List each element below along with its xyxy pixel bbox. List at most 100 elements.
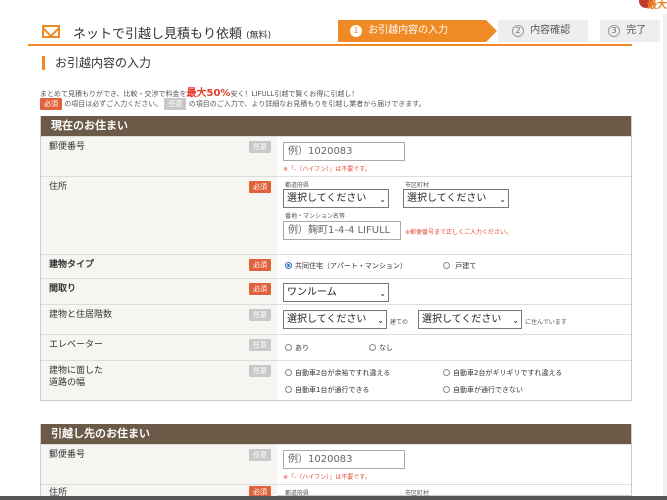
current-street-input[interactable]: 例）麹町1-4-4 LIFULL [283,221,401,240]
current-pref-value: 選択してください [287,193,367,204]
road-width-label-line2: 道路の幅 [49,378,86,388]
legend-required-badge: 必須 [40,98,62,110]
road-width-label: 建物に面した 道路の幅 [49,365,103,389]
current-city-value: 選択してください [407,193,487,204]
layout-select[interactable]: ワンルーム ⌄ [283,283,389,302]
dest-postal-value-cell: 例）1020083 ※「-（ハイフン）」は不要です。 [281,445,631,484]
step-1-label: お引越内容の入力 [368,25,449,36]
elevator-option-yes-label: あり [295,344,309,352]
chevron-down-icon: ⌄ [379,195,386,204]
layout-value-cell: ワンルーム ⌄ [281,279,631,304]
page-header: ネットで引越し見積もり依頼 (無料) 1 お引越内容の入力 2 内容確認 3 完… [28,18,660,46]
dest-postal-input[interactable]: 例）1020083 [283,450,405,469]
current-pref-label: 都道府県 [285,182,310,189]
road-option-1[interactable]: 自動車2台が余裕ですれ違える [285,368,390,378]
current-postal-hint: ※「-（ハイフン）」は不要です。 [283,166,371,173]
chevron-down-icon: ⌄ [512,316,519,325]
page-title: ネットで引越し見積もり依頼 (無料) [73,23,271,42]
current-postal-label: 郵便番号 [49,142,86,152]
layout-select-value: ワンルーム [287,287,337,298]
step-2-num: 2 [512,25,524,37]
floors-label-cell: 建物と住居階数 任意 [41,305,277,334]
road-option-4[interactable]: 自動車が通行できない [443,385,523,395]
elevator-row: エレベーター 任意 あり なし [41,334,631,360]
current-city-select[interactable]: 選択してください ⌄ [403,189,509,208]
road-option-3[interactable]: 自動車1台が通行できる [285,385,369,395]
elevator-badge: 任意 [249,339,271,351]
current-address-row: 住所 必須 都道府県 選択してください ⌄ 市区町村 選択してください ⌄ 番地・マ… [41,176,631,254]
legend-note: 必須 の項目は必ずご入力ください。 任意 の項目のご入力で、より詳細なお見積もり… [40,98,426,110]
bottom-strip [0,496,667,500]
dest-postal-row: 郵便番号 任意 例）1020083 ※「-（ハイフン）」は不要です。 [41,444,631,484]
building-type-option-house[interactable]: 戸建て [443,261,476,271]
current-residence-panel: 現在のお住まい 郵便番号 任意 例）1020083 ※「-（ハイフン）」は不要で… [40,116,632,401]
step-3-num: 3 [608,25,620,37]
radio-icon [285,344,292,351]
top-bar: 最大 [0,0,667,14]
legend-required-text: の項目は必ずご入力ください。 [64,100,163,108]
dest-address-label-cell: 住所 必須 [41,485,277,498]
dest-postal-hint: ※「-（ハイフン）」は不要です。 [283,474,371,481]
layout-label-cell: 間取り 必須 [41,279,277,304]
dest-address-row: 住所 必須 都道府県 市区町村 [41,484,631,498]
radio-selected-icon [285,262,292,269]
step-3-label: 完了 [626,25,647,36]
elevator-option-yes[interactable]: あり [285,343,309,353]
intro-note: まとめて見積もりができ、比較・交渉で料金を最大50%安く！LIFULL引越で賢く… [40,84,358,99]
layout-label: 間取り [49,284,77,294]
road-width-row: 建物に面した 道路の幅 任意 自動車2台が余裕ですれ違える 自動車2台がギリギリで… [41,360,631,400]
building-type-label: 建物タイプ [49,260,95,270]
elevator-value-cell: あり なし [281,335,631,360]
layout-row: 間取り 必須 ワンルーム ⌄ [41,278,631,304]
radio-icon [285,369,292,376]
section-title: お引越内容の入力 [42,56,151,70]
dest-postal-label: 郵便番号 [49,450,86,460]
destination-panel: 引越し先のお住まい 郵便番号 任意 例）1020083 ※「-（ハイフン）」は不… [40,424,632,498]
road-option-3-label: 自動車1台が通行できる [295,386,370,394]
step-2: 2 内容確認 [498,20,588,42]
current-pref-select[interactable]: 選択してください ⌄ [283,189,389,208]
dest-postal-label-cell: 郵便番号 任意 [41,445,277,484]
road-option-2-label: 自動車2台がギリギリですれ違える [453,369,563,377]
building-floors-select[interactable]: 選択してください ⌄ [283,310,387,329]
step-1: 1 お引越内容の入力 [338,20,497,42]
building-type-badge: 必須 [249,259,271,271]
intro-note-pre: まとめて見積もりができ、比較・交渉で料金を [40,90,187,98]
floors-badge: 任意 [249,309,271,321]
current-postal-input[interactable]: 例）1020083 [283,142,405,161]
building-type-option-apartment-label: 共同住宅（アパート・マンション） [295,262,407,270]
page-title-free: (無料) [246,31,272,41]
step-1-num: 1 [350,25,362,37]
legend-optional-text: の項目のご入力で、より詳細なお見積もりを引越し業者から届けできます。 [188,100,426,108]
floors-mid-text: 建ての [390,319,409,326]
radio-icon [443,369,450,376]
building-type-option-house-label: 戸建て [455,262,477,270]
chevron-down-icon: ⌄ [499,195,506,204]
building-type-label-cell: 建物タイプ 必須 [41,255,277,278]
elevator-label: エレベーター [49,340,104,350]
chevron-down-icon: ⌄ [379,289,386,298]
road-option-4-label: 自動車が通行できない [453,386,523,394]
road-option-2[interactable]: 自動車2台がギリギリですれ違える [443,368,562,378]
radio-icon [443,262,450,269]
elevator-label-cell: エレベーター 任意 [41,335,277,360]
floors-row: 建物と住居階数 任意 選択してください ⌄ 建ての 選択してください ⌄ に住んでい… [41,304,631,334]
building-type-option-apartment[interactable]: 共同住宅（アパート・マンション） [285,261,407,271]
current-postal-value-cell: 例）1020083 ※「-（ハイフン）」は不要です。 [281,137,631,176]
destination-heading: 引越し先のお住まい [41,424,631,444]
floors-label: 建物と住居階数 [49,310,113,320]
current-residence-heading: 現在のお住まい [41,116,631,136]
road-option-1-label: 自動車2台が余裕ですれ違える [295,369,391,377]
living-floor-value: 選択してください [422,314,502,325]
elevator-option-no[interactable]: なし [369,343,393,353]
living-floor-select[interactable]: 選択してください ⌄ [418,310,522,329]
step-3: 3 完了 [600,20,660,42]
radio-icon [369,344,376,351]
dest-address-value-cell: 都道府県 市区町村 [281,485,631,497]
current-address-label: 住所 [49,182,68,192]
dest-postal-badge: 任意 [249,449,271,461]
road-width-badge: 任意 [249,365,271,377]
current-address-badge: 必須 [249,181,271,193]
corner-banner[interactable]: 最大 [627,0,667,14]
scrollbar[interactable] [663,14,667,500]
